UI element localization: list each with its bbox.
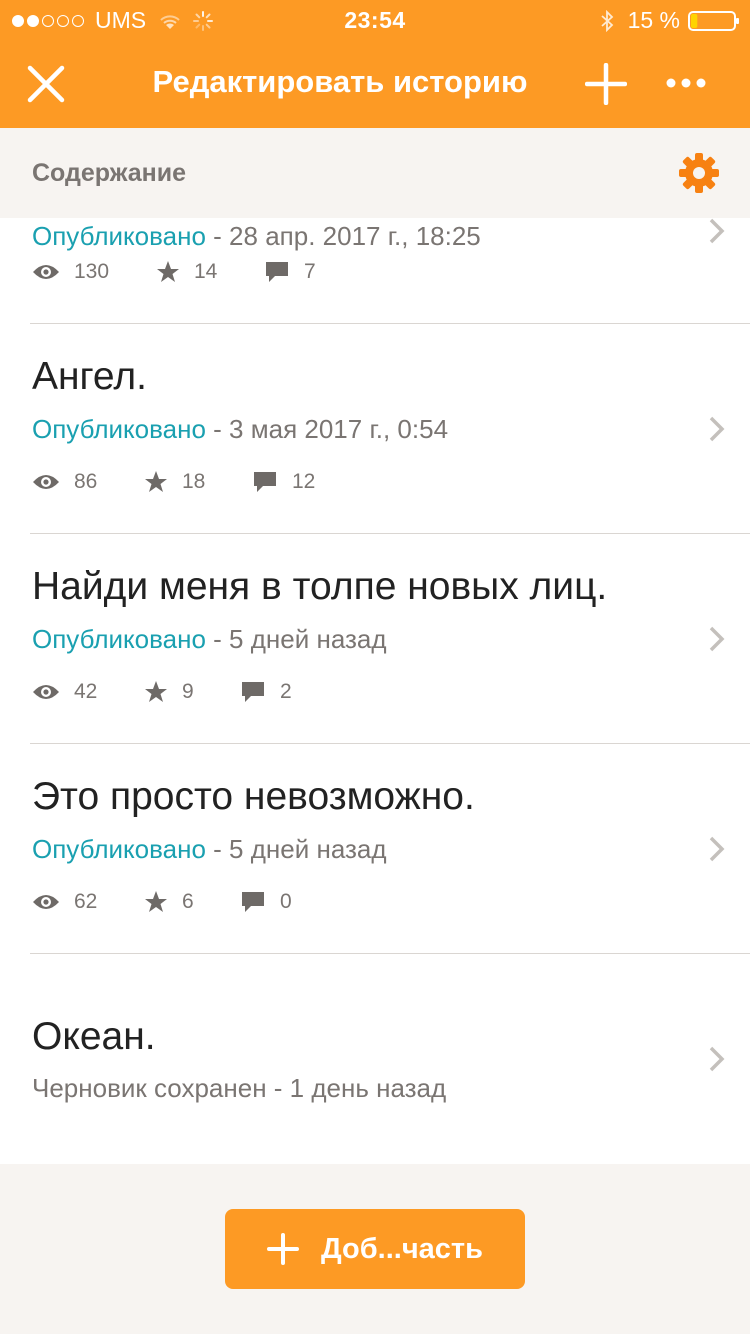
- item-meta: Опубликовано - 28 апр. 2017 г., 18:25: [32, 221, 481, 252]
- views-stat: 62: [32, 887, 97, 917]
- comments-count: 12: [292, 470, 316, 493]
- views-count: 86: [74, 470, 98, 493]
- add-part-button[interactable]: Доб...часть: [225, 1209, 525, 1289]
- section-header: Содержание: [0, 128, 750, 218]
- section-label: Содержание: [32, 159, 187, 187]
- plus-icon: [267, 1233, 300, 1265]
- comments-count: 2: [280, 680, 292, 703]
- item-meta: Опубликовано - 5 дней назад: [32, 624, 387, 655]
- header: UMS 23:54 15 % Редактировать историю: [0, 0, 750, 128]
- item-title: Океан.: [32, 1015, 156, 1058]
- item-meta: Опубликовано - 5 дней назад: [32, 834, 387, 865]
- views-stat: 42: [32, 677, 97, 707]
- comment-icon: [242, 682, 264, 702]
- footer: Доб...часть: [0, 1164, 750, 1334]
- item-date: - 5 дней назад: [205, 834, 387, 864]
- comments-stat: 12: [252, 467, 315, 497]
- status-right: 15 %: [600, 7, 740, 34]
- chevron-right-icon: [709, 836, 725, 862]
- eye-icon: [33, 895, 59, 909]
- item-date: - 28 апр. 2017 г., 18:25: [205, 221, 481, 251]
- views-count: 42: [74, 680, 98, 703]
- battery-percent: 15 %: [627, 7, 680, 33]
- chevron-right-icon: [709, 416, 725, 442]
- comments-count: 7: [304, 260, 316, 283]
- stars-stat: 18: [144, 467, 205, 497]
- stars-stat: 9: [144, 677, 194, 707]
- comment-icon: [266, 262, 288, 282]
- stars-count: 18: [182, 470, 206, 493]
- draft-status: Черновик сохранен - 1 день назад: [32, 1073, 447, 1103]
- stars-stat: 6: [144, 887, 194, 917]
- comment-icon: [242, 892, 264, 912]
- parts-list: Опубликовано - 28 апр. 2017 г., 18:25 13…: [0, 218, 750, 1164]
- eye-icon: [33, 475, 59, 489]
- stars-count: 14: [194, 260, 218, 283]
- eye-icon: [33, 265, 59, 279]
- item-title: Ангел.: [32, 355, 147, 398]
- star-icon: [145, 681, 167, 702]
- views-count: 62: [74, 890, 98, 913]
- item-status: Опубликовано: [32, 221, 206, 251]
- chevron-right-icon: [709, 626, 725, 652]
- item-status: Опубликовано: [32, 414, 206, 444]
- stars-count: 6: [182, 890, 194, 913]
- gear-icon[interactable]: [678, 152, 720, 194]
- item-status: Опубликовано: [32, 834, 206, 864]
- comments-stat: 0: [240, 887, 292, 917]
- list-item[interactable]: Найди меня в толпе новых лиц. Опубликова…: [0, 533, 750, 743]
- battery-icon: [688, 10, 739, 31]
- more-icon[interactable]: [666, 78, 706, 88]
- list-item[interactable]: Океан. Черновик сохранен - 1 день назад: [0, 953, 750, 1163]
- star-icon: [157, 261, 179, 282]
- item-title: Это просто невозможно.: [32, 775, 475, 818]
- comment-icon: [254, 472, 276, 492]
- add-part-label: Доб...часть: [321, 1232, 483, 1265]
- star-icon: [145, 471, 167, 492]
- item-date: - 5 дней назад: [205, 624, 387, 654]
- page-title: Редактировать историю: [152, 64, 528, 99]
- stars-count: 9: [182, 680, 194, 703]
- nav-bar: Редактировать историю: [0, 40, 750, 128]
- chevron-right-icon: [709, 1046, 725, 1072]
- comments-stat: 7: [264, 257, 316, 287]
- bluetooth-icon: [600, 9, 613, 32]
- item-date: - 3 мая 2017 г., 0:54: [205, 414, 449, 444]
- views-stat: 86: [32, 467, 97, 497]
- status-bar: UMS 23:54 15 %: [0, 0, 750, 40]
- chevron-right-icon: [709, 218, 725, 244]
- plus-icon[interactable]: [585, 63, 627, 105]
- comments-count: 0: [280, 890, 292, 913]
- star-icon: [145, 891, 167, 912]
- item-meta: Опубликовано - 3 мая 2017 г., 0:54: [32, 414, 448, 445]
- stars-stat: 14: [156, 257, 217, 287]
- list-item[interactable]: Опубликовано - 28 апр. 2017 г., 18:25 13…: [0, 218, 750, 323]
- views-stat: 130: [32, 257, 109, 287]
- item-title: Найди меня в толпе новых лиц.: [32, 565, 608, 608]
- item-status: Опубликовано: [32, 624, 206, 654]
- list-item[interactable]: Ангел. Опубликовано - 3 мая 2017 г., 0:5…: [0, 323, 750, 533]
- list-item[interactable]: Это просто невозможно. Опубликовано - 5 …: [0, 743, 750, 953]
- views-count: 130: [74, 260, 110, 283]
- comments-stat: 2: [240, 677, 292, 707]
- eye-icon: [33, 685, 59, 699]
